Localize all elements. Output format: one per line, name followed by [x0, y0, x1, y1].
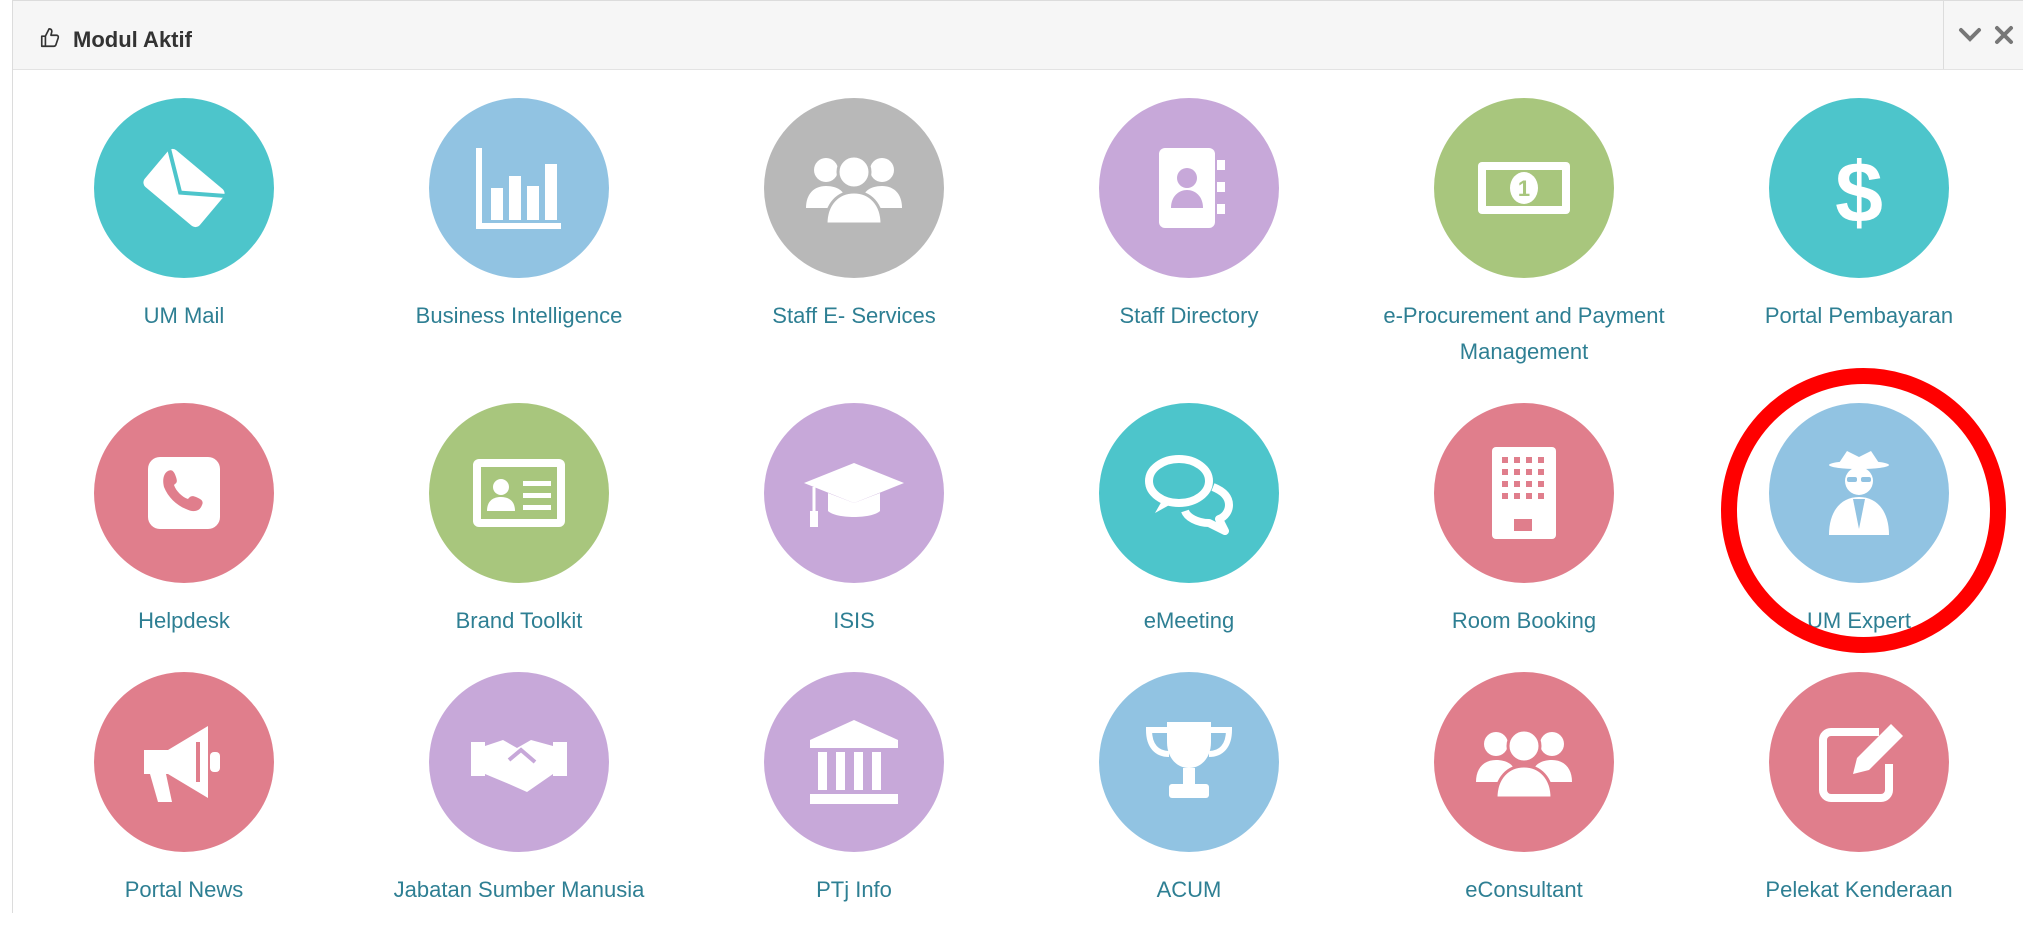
module-circle [94, 672, 274, 852]
module-helpdesk[interactable]: Helpdesk [34, 403, 334, 673]
module-isis[interactable]: ISIS [704, 403, 1004, 673]
module-circle [1769, 672, 1949, 852]
module-business-intelligence[interactable]: Business Intelligence [369, 98, 669, 368]
module-label: ACUM [1156, 877, 1222, 902]
module-label: Helpdesk [138, 608, 230, 633]
svg-text:$: $ [1835, 145, 1883, 238]
users-icon [806, 154, 902, 226]
module-portal-pembayaran[interactable]: $ Portal Pembayaran [1709, 98, 2009, 368]
module-label: UM Mail [143, 303, 225, 328]
users-icon [1476, 728, 1572, 800]
money-icon: 1 [1478, 162, 1570, 214]
module-pelekat-kenderaan[interactable]: Pelekat Kenderaan [1709, 672, 2009, 942]
module-circle [1099, 98, 1279, 278]
panel-title: Modul Aktif [73, 27, 192, 52]
module-jabatan-sumber-manusia[interactable]: Jabatan Sumber Manusia [369, 672, 669, 942]
module-label: Staff E- Services [772, 303, 936, 328]
panel-header: Modul Aktif [13, 1, 2023, 70]
module-label: Portal Pembayaran [1764, 303, 1954, 328]
address-book-icon [1159, 148, 1225, 228]
module-staff-e-services[interactable]: Staff E- Services [704, 98, 1004, 368]
trophy-icon [1145, 722, 1233, 798]
module-label: eConsultant [1465, 877, 1583, 902]
thumbs-up-icon [40, 28, 60, 48]
module-portal-news[interactable]: Portal News [34, 672, 334, 942]
module-circle [94, 403, 274, 583]
module-label: e-Procurement and Payment Management [1383, 303, 1665, 364]
phone-icon [148, 457, 220, 529]
handshake-icon [471, 740, 567, 792]
module-circle [94, 98, 274, 278]
bullhorn-icon [144, 726, 220, 802]
close-icon[interactable] [1992, 23, 2016, 47]
module-staff-directory[interactable]: Staff Directory [1039, 98, 1339, 368]
module-label: Staff Directory [1119, 303, 1259, 328]
module-e-procurement[interactable]: 1 e-Procurement and Payment Management [1374, 98, 1674, 368]
module-circle [1099, 672, 1279, 852]
module-um-expert[interactable]: UM Expert [1709, 403, 2009, 673]
module-ptj-info[interactable]: PTj Info [704, 672, 1004, 942]
module-circle [1434, 403, 1614, 583]
module-circle [1434, 672, 1614, 852]
module-circle [429, 672, 609, 852]
edit-icon [1819, 724, 1903, 802]
module-label: eMeeting [1143, 608, 1235, 633]
module-label: Jabatan Sumber Manusia [393, 877, 645, 902]
graduation-cap-icon [804, 463, 904, 527]
module-circle [429, 403, 609, 583]
module-circle: $ [1769, 98, 1949, 278]
module-um-mail[interactable]: UM Mail [34, 98, 334, 368]
module-label: Business Intelligence [415, 303, 623, 328]
module-circle [1099, 403, 1279, 583]
building-icon [1492, 447, 1556, 539]
envelope-icon [143, 148, 225, 228]
panel-tools [1943, 1, 2023, 69]
module-econsultant[interactable]: eConsultant [1374, 672, 1674, 942]
module-emeeting[interactable]: eMeeting [1039, 403, 1339, 673]
module-circle [1769, 403, 1949, 583]
active-modules-panel: Modul Aktif UM Mail Business Intelligenc… [12, 0, 2023, 913]
module-label: Pelekat Kenderaan [1765, 877, 1953, 902]
user-secret-icon [1829, 451, 1889, 535]
bar-chart-icon [476, 148, 561, 229]
id-card-icon [473, 459, 565, 527]
module-circle [764, 403, 944, 583]
module-label: UM Expert [1807, 608, 1911, 633]
comments-icon [1145, 455, 1233, 535]
university-icon [810, 720, 898, 804]
module-circle [429, 98, 609, 278]
module-label: ISIS [833, 608, 875, 633]
dollar-icon: $ [1835, 145, 1883, 238]
module-circle [764, 672, 944, 852]
svg-text:1: 1 [1518, 176, 1530, 201]
module-circle [764, 98, 944, 278]
module-label: Room Booking [1451, 608, 1597, 633]
module-acum[interactable]: ACUM [1039, 672, 1339, 942]
module-room-booking[interactable]: Room Booking [1374, 403, 1674, 673]
chevron-down-icon[interactable] [1958, 23, 1982, 47]
module-label: Portal News [124, 877, 244, 902]
module-label: PTj Info [816, 877, 892, 902]
module-brand-toolkit[interactable]: Brand Toolkit [369, 403, 669, 673]
module-label: Brand Toolkit [455, 608, 583, 633]
module-circle: 1 [1434, 98, 1614, 278]
